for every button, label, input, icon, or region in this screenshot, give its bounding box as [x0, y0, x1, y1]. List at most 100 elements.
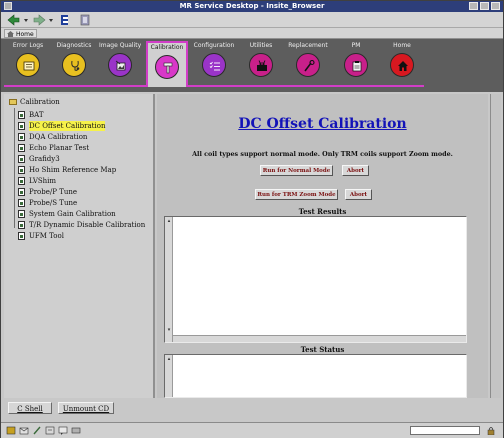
mail-icon[interactable] [19, 426, 29, 435]
test-status-area[interactable]: ▴ [164, 354, 467, 398]
house-icon [390, 53, 414, 77]
stethoscope-icon [62, 53, 86, 77]
calibration-tree-panel: Calibration BAT DC Offset Calibration DQ… [4, 94, 155, 398]
composer-icon[interactable] [32, 426, 42, 435]
tab-label: Calibration [150, 44, 184, 51]
tree-item-label: Grafidy3 [29, 155, 60, 163]
security-lock-icon[interactable] [486, 426, 496, 435]
browser-toolbar [1, 12, 503, 28]
c-shell-button[interactable]: C Shell [8, 402, 52, 414]
tree-item-label: Ho Shim Reference Map [29, 166, 117, 174]
abort-normal-button[interactable]: Abort [342, 165, 369, 176]
image-quality-icon [108, 53, 132, 77]
tab-configuration[interactable]: Configuration [193, 41, 235, 85]
results-horizontal-scrollbar[interactable] [173, 335, 466, 342]
clipboard-icon [344, 53, 368, 77]
run-trm-zoom-mode-button[interactable]: Run for TRM Zoom Mode [255, 189, 338, 200]
tab-label: Error Logs [12, 42, 44, 49]
scroll-up-icon[interactable]: ▴ [166, 356, 172, 362]
tree-item-label: DQA Calibration [29, 133, 88, 141]
folder-icon [9, 99, 17, 105]
wrench-icon [296, 53, 320, 77]
browser-status-bar [1, 422, 503, 438]
home-icon [7, 31, 14, 37]
error-logs-icon [16, 53, 40, 77]
forward-dropdown-icon[interactable] [48, 14, 54, 26]
close-icon[interactable] [491, 2, 500, 10]
tab-home[interactable]: Home [381, 41, 423, 85]
run-normal-mode-button[interactable]: Run for Normal Mode [260, 165, 333, 176]
tree-item-label: LVShim [29, 177, 57, 185]
bookmarks-bar: Home [1, 28, 503, 39]
abort-trm-button[interactable]: Abort [345, 189, 372, 200]
home-bookmark-label: Home [16, 31, 34, 38]
tab-label: Utilities [249, 42, 273, 49]
main-vertical-scrollbar[interactable] [490, 94, 501, 398]
test-status-title: Test Status [300, 345, 345, 354]
tab-diagnostics[interactable]: Diagnostics [53, 41, 95, 85]
document-icon [18, 111, 25, 119]
tab-replacement[interactable]: Replacement [287, 41, 329, 85]
minimize-icon[interactable] [469, 2, 478, 10]
document-icon [18, 133, 25, 141]
window-title: MR Service Desktop - Insite_Browser [179, 2, 325, 10]
tree-item-label: DC Offset Calibration [29, 121, 106, 131]
tree-item-label: Probe/S Tune [29, 199, 78, 207]
app-tab-bar: Error Logs Diagnostics Image Quality Cal… [1, 39, 503, 92]
status-vertical-scrollbar[interactable]: ▴ [165, 355, 173, 397]
forward-icon[interactable] [32, 14, 46, 26]
tree-item-label: Probe/P Tune [29, 188, 78, 196]
tab-calibration[interactable]: Calibration [146, 41, 188, 87]
checklist-icon [202, 53, 226, 77]
shell-buttons: C Shell Unmount CD [4, 401, 155, 416]
tree-item-label: Echo Planar Test [29, 144, 90, 152]
page-title[interactable]: DC Offset Calibration [157, 116, 488, 132]
document-icon [18, 210, 25, 218]
chat-icon[interactable] [58, 426, 68, 435]
document-icon [18, 199, 25, 207]
tab-underline [4, 85, 424, 87]
tab-pm[interactable]: PM [335, 41, 377, 85]
document-icon [18, 188, 25, 196]
navigator-icon[interactable] [6, 426, 16, 435]
connection-status-icon [71, 427, 81, 434]
tree-item-label: T/R Dynamic Disable Calibration [29, 221, 146, 229]
back-icon[interactable] [7, 14, 21, 26]
document-icon [18, 122, 25, 130]
tree-item-label: BAT [29, 111, 44, 119]
tab-error-logs[interactable]: Error Logs [7, 41, 49, 85]
stop-icon[interactable] [80, 14, 90, 26]
document-icon [18, 155, 25, 163]
calibration-content: DC Offset Calibration All coil types sup… [157, 94, 488, 398]
window-title-bar: MR Service Desktop - Insite_Browser [1, 1, 503, 12]
reload-icon[interactable] [59, 14, 71, 26]
toolbox-icon [249, 53, 273, 77]
tab-label: Home [393, 42, 411, 49]
results-vertical-scrollbar[interactable]: ▴ ▾ [165, 217, 173, 342]
tab-label: Diagnostics [56, 42, 92, 49]
window-menu-icon[interactable] [4, 2, 12, 10]
tab-image-quality[interactable]: Image Quality [99, 41, 141, 85]
document-icon [18, 232, 25, 240]
scroll-up-icon[interactable]: ▴ [166, 218, 172, 224]
tab-label: Image Quality [99, 42, 142, 49]
address-book-icon[interactable] [45, 426, 55, 435]
tab-label: PM [351, 42, 361, 49]
app-window: MR Service Desktop - Insite_Browser Home… [0, 0, 504, 438]
document-icon [18, 144, 25, 152]
tree-item-label: System Gain Calibration [29, 210, 116, 218]
test-results-title: Test Results [298, 207, 347, 216]
unmount-cd-button[interactable]: Unmount CD [58, 402, 114, 414]
maximize-icon[interactable] [480, 2, 489, 10]
document-icon [18, 221, 25, 229]
back-dropdown-icon[interactable] [23, 14, 29, 26]
home-bookmark-button[interactable]: Home [4, 29, 37, 38]
scroll-down-icon[interactable]: ▾ [166, 327, 172, 333]
document-icon [18, 177, 25, 185]
tab-label: Configuration [193, 42, 235, 49]
tab-label: Replacement [288, 42, 328, 49]
test-results-area[interactable]: ▴ ▾ [164, 216, 467, 343]
tab-utilities[interactable]: Utilities [240, 41, 282, 85]
progress-field [410, 426, 480, 435]
tree-root-label: Calibration [20, 98, 60, 106]
